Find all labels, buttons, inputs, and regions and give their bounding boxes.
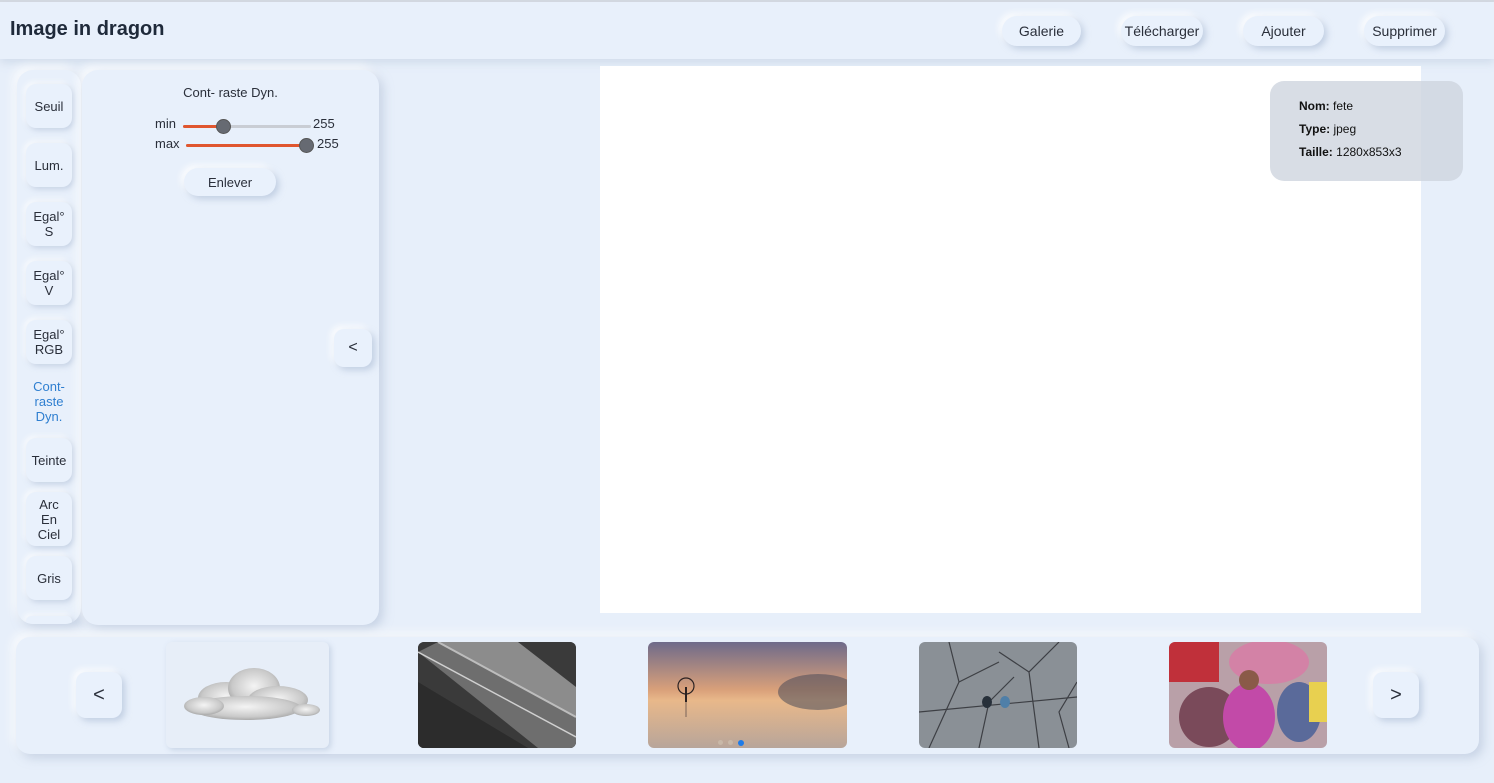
app-title: Image in dragon <box>10 18 165 40</box>
carousel-dots <box>718 740 744 746</box>
birds-branches-image <box>919 642 1077 748</box>
info-name-label: Nom: <box>1299 99 1330 113</box>
filter-egal-v-button[interactable]: Egal° V <box>26 261 72 305</box>
filter-seuil-button[interactable]: Seuil <box>26 84 72 128</box>
info-name-row: Nom: fete <box>1299 99 1353 113</box>
carousel-dot-active[interactable] <box>738 740 744 746</box>
gallery-button[interactable]: Galerie <box>1002 16 1081 46</box>
thumbnail-holi-festival[interactable] <box>1169 642 1327 748</box>
filter-sidebar: Seuil Lum. Egal° S Egal° V Egal° RGB Con… <box>17 70 81 624</box>
add-button[interactable]: Ajouter <box>1243 16 1324 46</box>
min-slider-label: min <box>155 116 176 131</box>
max-slider[interactable] <box>186 138 314 153</box>
carousel-dot[interactable] <box>718 740 723 745</box>
min-slider[interactable] <box>183 119 311 134</box>
panel-title: Cont- raste Dyn. <box>183 85 278 100</box>
gallery-next-button[interactable]: > <box>1373 672 1419 718</box>
min-slider-value: 255 <box>313 116 335 131</box>
filter-settings-panel: Cont- raste Dyn. min 255 max 255 Enlever… <box>82 70 379 625</box>
min-slider-thumb[interactable] <box>215 119 231 134</box>
stairs-image <box>418 642 576 748</box>
thumbnail-cloud[interactable] <box>166 642 329 748</box>
max-slider-label: max <box>155 136 180 151</box>
info-size-label: Taille: <box>1299 145 1333 159</box>
thumbnail-gallery: < > <box>16 637 1479 754</box>
holi-festival-image <box>1169 642 1327 748</box>
download-button[interactable]: Télécharger <box>1121 16 1203 46</box>
collapse-panel-button[interactable]: < <box>334 329 372 367</box>
header: Image in dragon Galerie Télécharger Ajou… <box>0 2 1494 59</box>
info-type-value: jpeg <box>1333 122 1357 136</box>
info-size-value: 1280x853x3 <box>1336 145 1402 159</box>
info-name-value: fete <box>1333 99 1354 113</box>
filter-arc-en-ciel-button[interactable]: Arc En Ciel <box>26 492 72 546</box>
filter-more-button[interactable] <box>26 616 72 624</box>
remove-filter-button[interactable]: Enlever <box>184 168 276 196</box>
thumbnail-birds-branches[interactable] <box>919 642 1077 748</box>
filter-contraste-dyn-button[interactable]: Cont- raste Dyn. <box>26 373 72 429</box>
thumbnail-stairs[interactable] <box>418 642 576 748</box>
thumbnail-lake-tree[interactable] <box>648 642 847 748</box>
filter-lum-button[interactable]: Lum. <box>26 143 72 187</box>
filter-teinte-button[interactable]: Teinte <box>26 438 72 482</box>
gallery-prev-button[interactable]: < <box>76 672 122 718</box>
delete-button[interactable]: Supprimer <box>1364 16 1445 46</box>
max-slider-value: 255 <box>317 136 339 151</box>
lake-tree-image <box>648 642 847 748</box>
filter-egal-rgb-button[interactable]: Egal° RGB <box>26 320 72 364</box>
info-type-label: Type: <box>1299 122 1331 136</box>
max-slider-thumb[interactable] <box>299 138 314 153</box>
filter-egal-s-button[interactable]: Egal° S <box>26 202 72 246</box>
info-type-row: Type: jpeg <box>1299 122 1356 136</box>
max-slider-fill <box>186 144 307 147</box>
image-info-box: Nom: fete Type: jpeg Taille: 1280x853x3 <box>1270 81 1463 181</box>
cloud-image <box>184 668 320 720</box>
filter-gris-button[interactable]: Gris <box>26 556 72 600</box>
info-size-row: Taille: 1280x853x3 <box>1299 145 1402 159</box>
carousel-dot[interactable] <box>728 740 733 745</box>
